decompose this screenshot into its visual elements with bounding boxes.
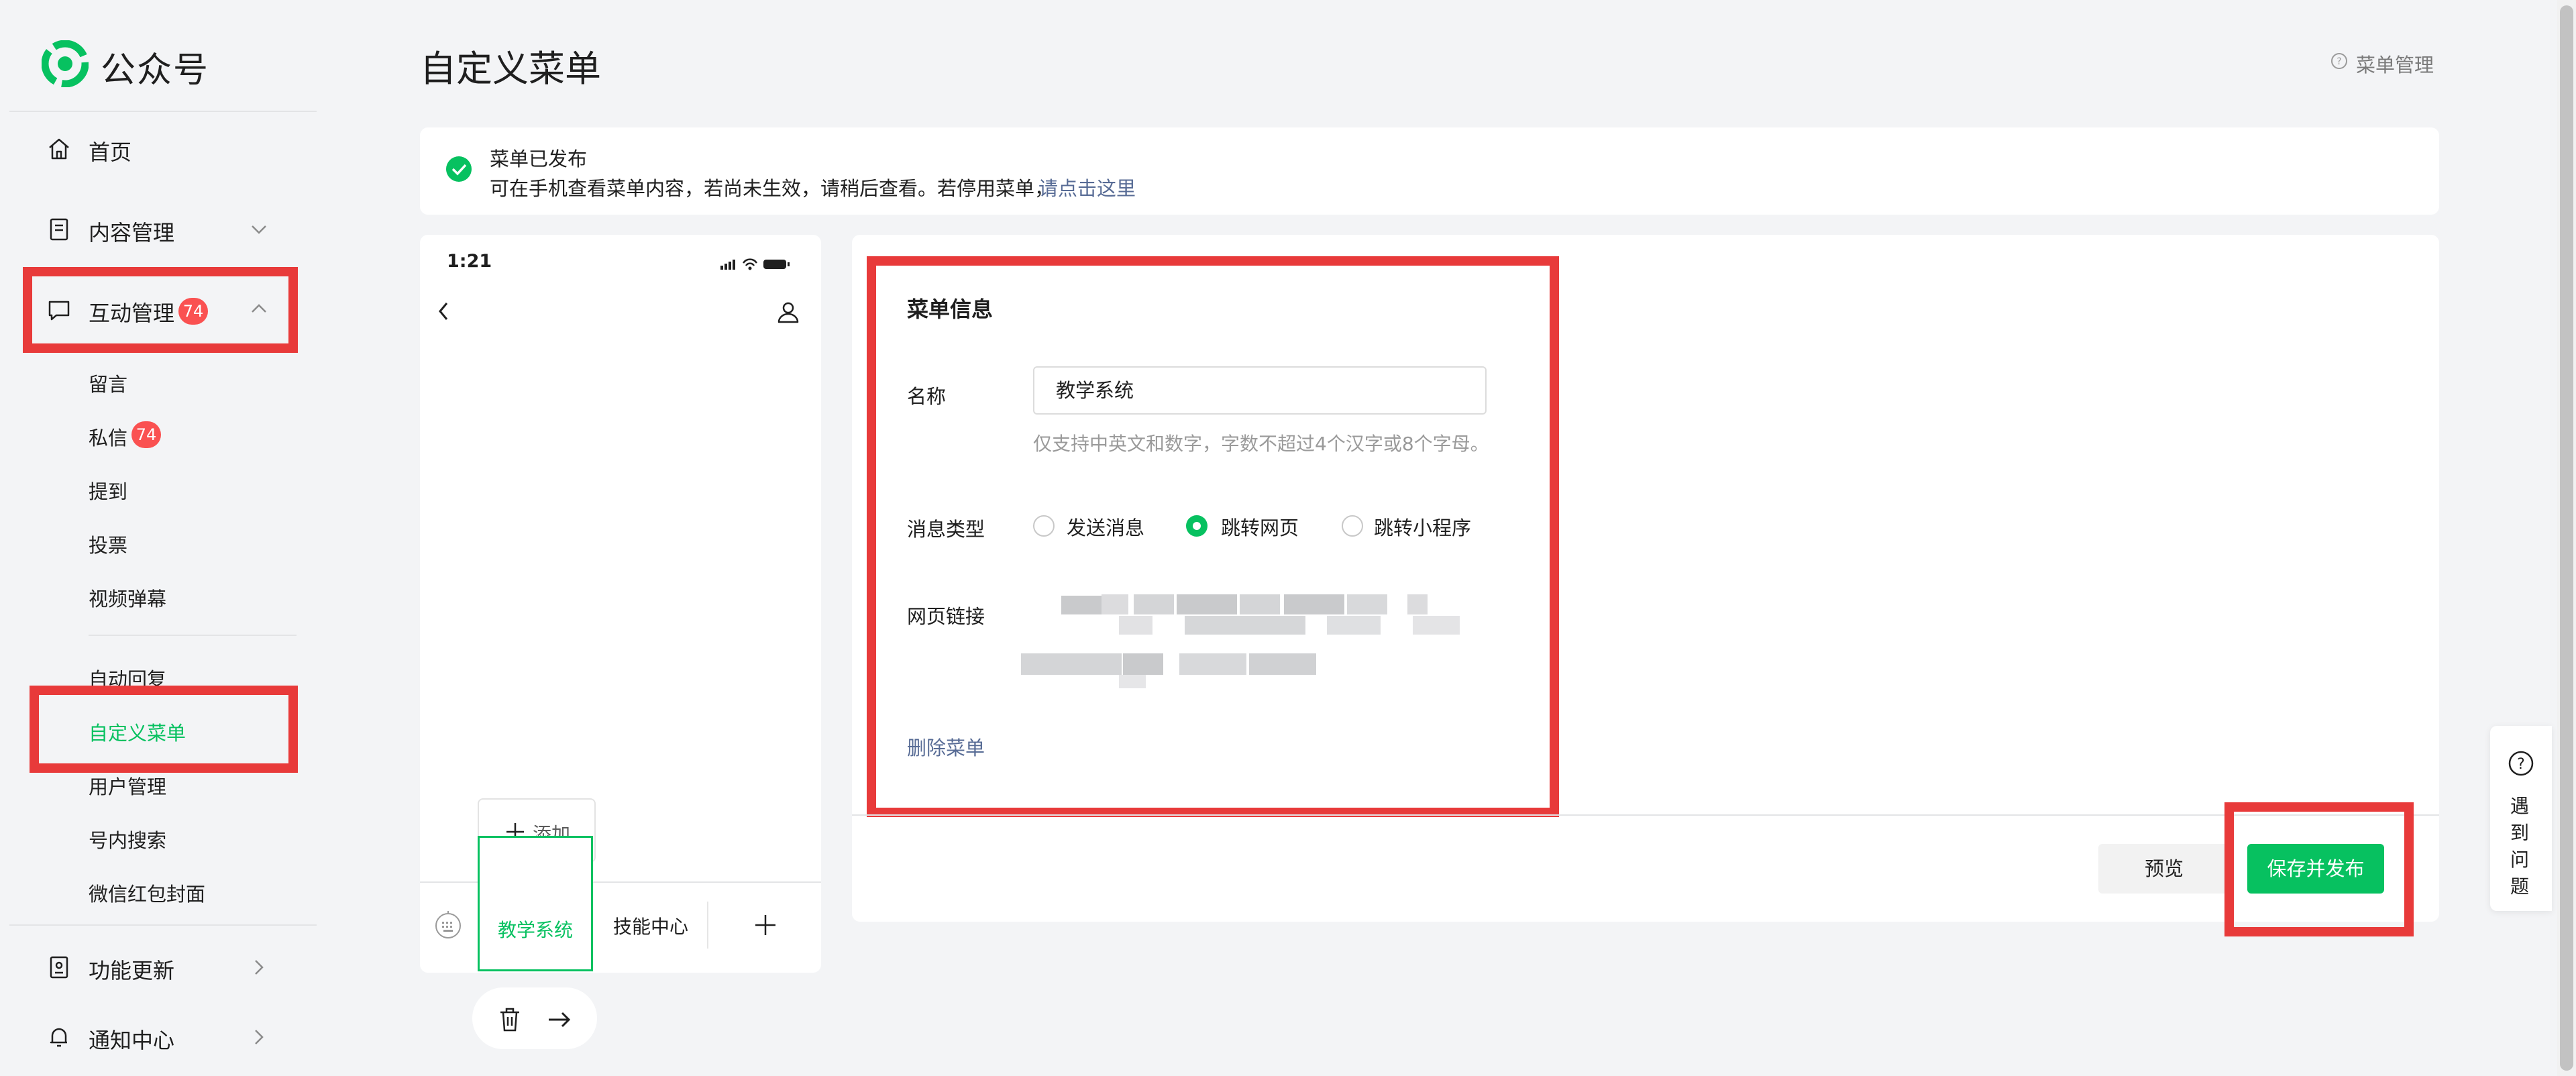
help-char: 到 bbox=[2510, 822, 2530, 844]
sidebar-subitem-danmaku[interactable]: 视频弹幕 bbox=[89, 584, 166, 612]
sidebar-subitem-red-packet[interactable]: 微信红包封面 bbox=[89, 879, 205, 907]
home-icon bbox=[49, 138, 69, 160]
preview-button[interactable]: 预览 bbox=[2098, 844, 2230, 894]
help-float-button[interactable]: ? 遇 到 问 题 bbox=[2490, 726, 2552, 911]
arrow-right-icon[interactable] bbox=[546, 1008, 573, 1032]
sidebar-divider bbox=[9, 111, 317, 112]
highlight-box-save bbox=[2224, 802, 2414, 936]
sidebar-subitem-messages[interactable]: 私信 bbox=[89, 423, 127, 451]
highlight-box-menu-info bbox=[867, 256, 1559, 817]
messages-badge: 74 bbox=[131, 421, 161, 448]
chevron-right-icon bbox=[255, 960, 264, 975]
menu-tab-label: 技能中心 bbox=[612, 916, 688, 938]
trash-icon[interactable] bbox=[498, 1006, 522, 1033]
document-icon bbox=[50, 218, 68, 241]
sidebar-item-notices[interactable]: 通知中心 bbox=[0, 1004, 317, 1071]
question-icon: ? bbox=[2508, 751, 2534, 776]
sidebar-item-label: 通知中心 bbox=[89, 1028, 175, 1053]
menu-management-link[interactable]: 菜单管理 bbox=[2356, 50, 2434, 78]
tab-separator bbox=[707, 902, 708, 949]
add-menu-plus-icon[interactable] bbox=[753, 912, 778, 938]
highlight-box-custom-menu bbox=[30, 686, 298, 773]
sidebar-subitem-comments[interactable]: 留言 bbox=[89, 369, 127, 397]
sidebar-item-home[interactable]: 首页 bbox=[0, 115, 317, 182]
phone-status-icons bbox=[720, 258, 790, 270]
menu-tab[interactable]: 技能中心 bbox=[593, 836, 708, 971]
menu-tab-selected[interactable]: 教学系统 bbox=[478, 836, 593, 971]
help-char: 题 bbox=[2510, 875, 2530, 898]
svg-text:?: ? bbox=[2337, 56, 2341, 67]
sidebar-item-label: 首页 bbox=[89, 140, 132, 165]
notice-title: 菜单已发布 bbox=[490, 148, 588, 170]
book-icon bbox=[50, 956, 68, 979]
sidebar-subitem-users[interactable]: 用户管理 bbox=[89, 771, 166, 800]
success-check-icon bbox=[446, 156, 472, 182]
tab-actions-pill bbox=[472, 987, 597, 1049]
sidebar-subitem-vote[interactable]: 投票 bbox=[89, 530, 127, 558]
disable-menu-link[interactable]: 请点击这里 bbox=[1038, 173, 1136, 201]
notice-description: 可在手机查看菜单内容，若尚未生效，请稍后查看。若停用菜单， bbox=[490, 177, 1055, 200]
user-profile-icon[interactable] bbox=[775, 299, 801, 325]
form-footer-divider bbox=[852, 814, 2439, 816]
chevron-down-icon bbox=[252, 225, 266, 234]
menu-tab-label: 教学系统 bbox=[497, 919, 573, 941]
help-char: 遇 bbox=[2510, 795, 2530, 817]
sidebar-subitem-mentions[interactable]: 提到 bbox=[89, 476, 127, 504]
sidebar-subdivider bbox=[89, 635, 297, 636]
sidebar-divider bbox=[9, 924, 317, 926]
sidebar-item-updates[interactable]: 功能更新 bbox=[0, 934, 317, 1001]
highlight-box-interaction bbox=[23, 267, 298, 353]
chevron-right-icon bbox=[255, 1030, 264, 1044]
back-arrow-icon[interactable] bbox=[435, 299, 453, 323]
help-circle-icon: ? bbox=[2331, 53, 2347, 69]
sidebar-item-label: 功能更新 bbox=[89, 958, 175, 983]
scrollbar-thumb[interactable] bbox=[2560, 5, 2573, 1071]
sidebar-subitem-search[interactable]: 号内搜索 bbox=[89, 825, 166, 853]
sidebar-item-label: 内容管理 bbox=[89, 220, 175, 246]
wechat-official-logo-icon[interactable] bbox=[42, 40, 89, 87]
keyboard-icon[interactable] bbox=[433, 910, 463, 939]
phone-status-time: 1:21 bbox=[447, 251, 492, 272]
sidebar-item-content[interactable]: 内容管理 bbox=[0, 196, 317, 263]
bell-icon bbox=[50, 1028, 67, 1047]
page-title: 自定义菜单 bbox=[420, 48, 601, 90]
svg-text:?: ? bbox=[2517, 756, 2525, 773]
app-name: 公众号 bbox=[101, 50, 210, 91]
help-char: 问 bbox=[2510, 849, 2530, 871]
publish-notice bbox=[420, 127, 2439, 215]
